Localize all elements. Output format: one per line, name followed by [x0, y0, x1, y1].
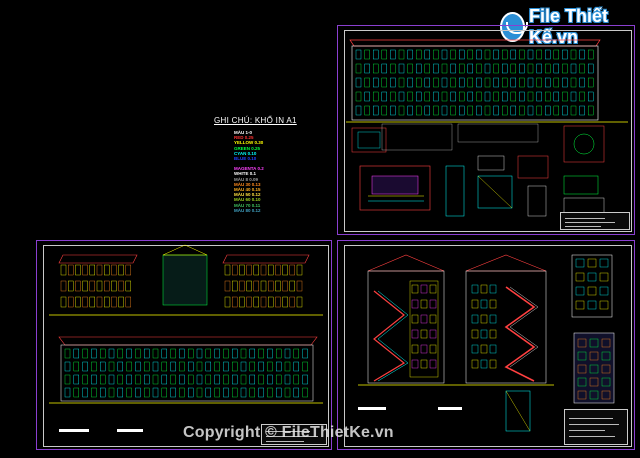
legend-title: GHI CHÚ: KHỔ IN A1 [214, 116, 297, 125]
title-block [560, 212, 630, 230]
sheet-bottom-left-drawings [49, 244, 323, 404]
sheet-top-right-drawings [346, 39, 628, 223]
spec-note [438, 407, 462, 410]
drawing-sheet-bottom-left[interactable] [36, 240, 332, 450]
drawing-sheet-top-right[interactable] [337, 25, 635, 235]
legend-item: BLUE 0.10 [234, 156, 257, 162]
copyright-watermark: Copyright © FileThietKe.vn [183, 424, 394, 441]
drawing-sheet-bottom-right[interactable] [337, 240, 635, 450]
spec-note [358, 407, 386, 410]
legend-item: MÀU 80 0.12 [234, 207, 261, 213]
spec-note [59, 429, 89, 432]
spec-note [117, 429, 143, 432]
color-legend: MÀU 1-0 RED 0.25 YELLOW 0.30 GREEN 0.25 CYAN… [234, 130, 304, 213]
title-block [564, 409, 628, 445]
